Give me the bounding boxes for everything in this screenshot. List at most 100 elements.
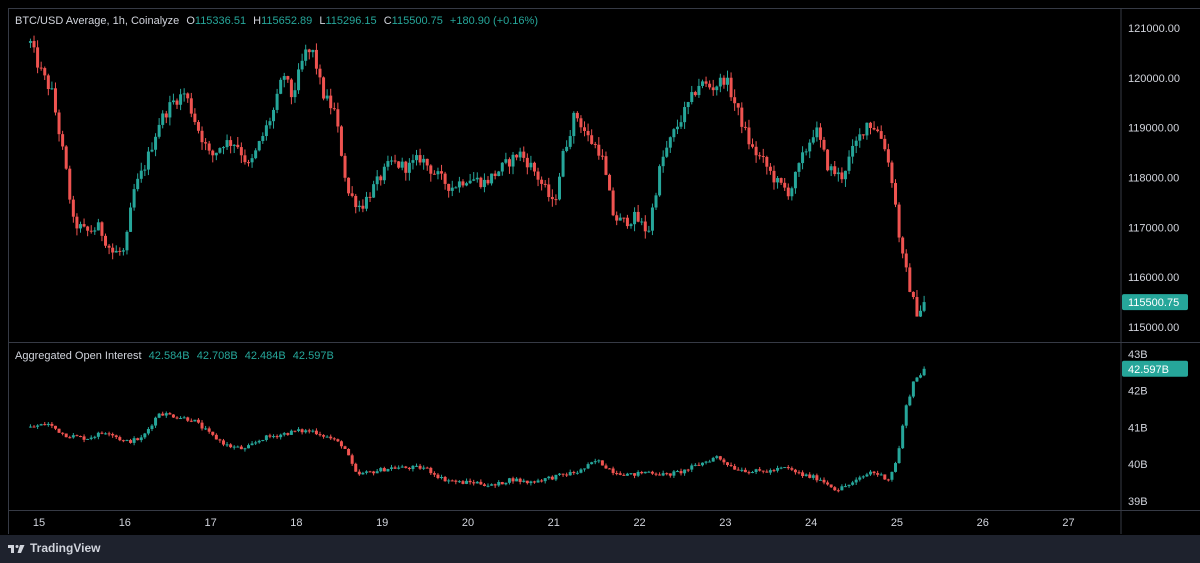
oi-candle-body bbox=[486, 485, 490, 487]
oi-candle-body bbox=[497, 482, 501, 486]
oi-candle-body bbox=[529, 481, 533, 484]
price-candle-body bbox=[486, 179, 490, 184]
oi-candle-body bbox=[618, 473, 622, 475]
price-candle-body bbox=[565, 146, 569, 151]
oi-candle-body bbox=[611, 468, 615, 474]
oi-candle-body bbox=[332, 438, 336, 440]
oi-candle-body bbox=[672, 471, 676, 476]
price-candle-body bbox=[293, 90, 297, 98]
oi-candle-body bbox=[729, 465, 733, 467]
price-candle-body bbox=[418, 155, 422, 163]
price-candle-body bbox=[911, 291, 915, 298]
x-axis: 15 16 17 18 19 20 21 22 23 24 25 26 27 bbox=[33, 517, 1075, 529]
price-candle-body bbox=[422, 158, 426, 163]
oi-candle-body bbox=[61, 432, 65, 434]
price-candle-body bbox=[629, 224, 633, 227]
x-tick-label: 21 bbox=[548, 517, 560, 529]
oi-candle-body bbox=[768, 470, 772, 473]
oi-candle-body bbox=[615, 473, 619, 475]
x-tick-label: 16 bbox=[119, 517, 131, 529]
price-candle-body bbox=[472, 179, 476, 181]
price-y-tick-label: 116000.00 bbox=[1128, 272, 1179, 284]
price-candle-body bbox=[872, 127, 876, 130]
price-candle-body bbox=[615, 215, 619, 221]
price-candle-body bbox=[833, 166, 837, 175]
oi-candle-body bbox=[268, 435, 272, 437]
price-candle-body bbox=[779, 178, 783, 183]
price-legend: BTC/USD Average, 1h, Coinalyze O115336.5… bbox=[15, 15, 542, 27]
price-candle-body bbox=[329, 95, 333, 109]
price-candle-body bbox=[404, 161, 408, 173]
oi-candle-body bbox=[479, 481, 483, 485]
oi-candle-body bbox=[189, 420, 193, 422]
price-candle-body bbox=[379, 176, 383, 181]
x-tick-label: 26 bbox=[977, 517, 989, 529]
oi-candle-body bbox=[911, 381, 915, 397]
oi-candle-body bbox=[751, 472, 755, 474]
price-candle-body bbox=[465, 183, 469, 186]
oi-candle-body bbox=[82, 436, 86, 440]
price-candle-body bbox=[146, 151, 150, 170]
oi-candle-body bbox=[500, 482, 504, 485]
price-candle-body bbox=[397, 161, 401, 168]
oi-candle-body bbox=[504, 482, 508, 485]
oi-candle-body bbox=[211, 431, 215, 435]
oi-candle-body bbox=[436, 474, 440, 479]
price-candle-body bbox=[200, 130, 204, 143]
oi-candle-body bbox=[536, 480, 540, 483]
oi-candle-body bbox=[443, 476, 447, 482]
oi-candle-body bbox=[733, 466, 737, 470]
oi-candle-body bbox=[286, 433, 290, 435]
price-candle-body bbox=[411, 160, 415, 163]
price-candle-body bbox=[257, 141, 261, 151]
oi-candle-body bbox=[697, 464, 701, 466]
price-candle-body bbox=[668, 137, 672, 148]
oi-candle-body bbox=[361, 472, 365, 475]
oi-candle-body bbox=[661, 473, 665, 476]
oi-candle-body bbox=[150, 425, 154, 430]
price-candle-body bbox=[704, 81, 708, 84]
oi-candle-body bbox=[761, 470, 765, 472]
price-candle-body bbox=[218, 148, 222, 153]
price-candle-body bbox=[264, 125, 268, 137]
oi-candle-body bbox=[758, 469, 762, 471]
price-candle-body bbox=[636, 211, 640, 222]
price-candle-body bbox=[461, 181, 465, 186]
price-candle-body bbox=[143, 169, 147, 171]
price-candle-body bbox=[640, 221, 644, 223]
oi-candle-body bbox=[726, 462, 730, 466]
price-candle-body bbox=[536, 171, 540, 180]
price-candle-body bbox=[686, 102, 690, 108]
oi-y-tick-label: 43B bbox=[1128, 349, 1148, 361]
tradingview-logo-icon bbox=[8, 544, 25, 553]
price-candle-body bbox=[229, 140, 233, 146]
price-candle-body bbox=[82, 224, 86, 227]
price-candle-body bbox=[726, 77, 730, 85]
oi-candle-body bbox=[254, 442, 258, 444]
tradingview-logo[interactable]: TradingView bbox=[8, 541, 100, 555]
price-candle-body bbox=[883, 138, 887, 150]
price-candle-body bbox=[768, 166, 772, 171]
price-candle-body bbox=[214, 152, 218, 156]
oi-candle-body bbox=[515, 478, 519, 482]
price-candle-body bbox=[479, 177, 483, 188]
price-candle-body bbox=[64, 146, 68, 169]
price-candle-body bbox=[307, 49, 311, 53]
oi-candle-body bbox=[243, 448, 247, 450]
oi-candle-body bbox=[922, 368, 926, 376]
price-candle-body bbox=[865, 122, 869, 136]
oi-candle-body bbox=[404, 466, 408, 468]
price-candle-body bbox=[633, 211, 637, 225]
oi-y-axis: 43B 42B 41B 40B 39B 42.597B bbox=[1122, 349, 1188, 508]
price-candles bbox=[28, 35, 926, 318]
price-candle-body bbox=[876, 129, 880, 132]
price-candle-body bbox=[511, 154, 515, 167]
price-candle-body bbox=[361, 205, 365, 209]
price-candle-body bbox=[840, 172, 844, 180]
price-candle-body bbox=[78, 224, 82, 229]
price-candle-body bbox=[543, 183, 547, 185]
oi-candle-body bbox=[229, 444, 233, 448]
oi-candle-body bbox=[354, 463, 358, 472]
price-candle-body bbox=[851, 145, 855, 157]
price-candle-body bbox=[683, 107, 687, 123]
